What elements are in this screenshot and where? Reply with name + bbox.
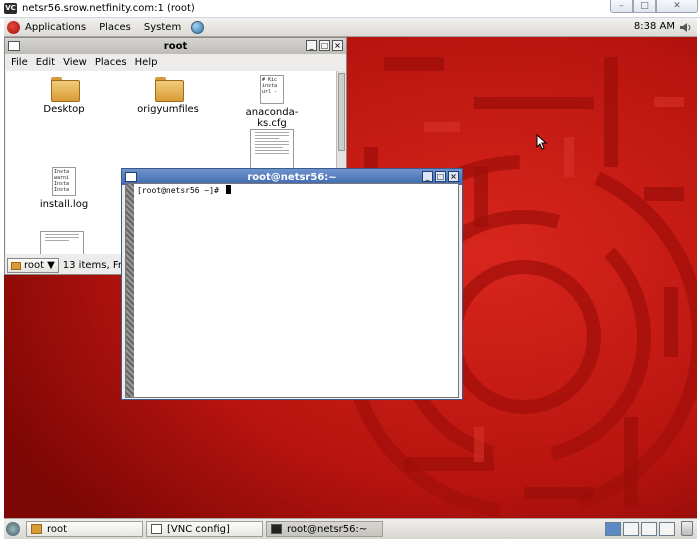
file-item-anaconda-ks[interactable]: # Kic insta url - anaconda-ks.cfg	[232, 75, 312, 129]
chevron-down-icon: ▼	[47, 260, 55, 271]
bottom-panel: root [VNC config] root@netsr56:~	[4, 518, 697, 539]
mouse-pointer-icon	[536, 134, 548, 150]
maximize-button[interactable]: □	[435, 171, 446, 182]
menu-help[interactable]: Help	[135, 57, 158, 68]
task-file-manager[interactable]: root	[26, 521, 143, 537]
terminal-screen[interactable]: [root@netsr56 ~]#	[125, 183, 459, 398]
folder-icon	[11, 261, 21, 270]
text-file-icon: Insta warni Insta Insta	[52, 167, 76, 196]
document-thumbnail-icon[interactable]	[40, 231, 84, 254]
terminal-icon	[271, 524, 282, 534]
workspace-4[interactable]	[659, 522, 675, 536]
workspace-2[interactable]	[623, 522, 639, 536]
file-manager-titlebar[interactable]: root _ □ ×	[5, 38, 346, 54]
file-item-label: Desktop	[43, 104, 85, 115]
task-vnc-config[interactable]: [VNC config]	[146, 521, 263, 537]
close-button[interactable]: ×	[448, 171, 459, 182]
menu-file[interactable]: File	[11, 57, 28, 68]
vnc-window-title: netsr56.srow.netfinity.com:1 (root)	[22, 3, 195, 14]
folder-icon	[31, 524, 42, 534]
menu-places[interactable]: Places	[95, 57, 127, 68]
maximize-button[interactable]: □	[633, 0, 656, 13]
file-item-origyumfiles[interactable]: origyumfiles	[128, 77, 208, 115]
panel-clock[interactable]: 8:38 AM	[634, 21, 675, 32]
file-manager-statusbar: root ▼ 13 items, Free	[7, 257, 134, 274]
applications-menu[interactable]: Applications	[25, 22, 86, 33]
scrollbar-thumb[interactable]	[338, 73, 345, 151]
location-button[interactable]: root ▼	[7, 258, 59, 273]
text-file-icon: # Kic insta url -	[260, 75, 284, 104]
show-desktop-icon[interactable]	[6, 522, 20, 536]
maximize-button[interactable]: □	[319, 40, 330, 51]
workspace-1[interactable]	[605, 522, 621, 536]
terminal-gutter	[126, 184, 134, 397]
task-label: [VNC config]	[167, 523, 230, 535]
file-item-label: install.log	[39, 199, 89, 210]
vnc-window-controls: – □ ✕	[610, 0, 698, 14]
trash-icon[interactable]	[681, 521, 693, 536]
menu-view[interactable]: View	[63, 57, 87, 68]
workspace-3[interactable]	[641, 522, 657, 536]
window-icon	[151, 524, 162, 534]
file-manager-window-buttons: _ □ ×	[306, 40, 343, 51]
task-label: root	[47, 523, 68, 535]
minimize-button[interactable]: _	[422, 171, 433, 182]
location-label: root	[24, 260, 45, 271]
web-browser-icon[interactable]	[191, 20, 205, 34]
folder-icon	[154, 77, 184, 102]
vnc-titlebar: VC netsr56.srow.netfinity.com:1 (root) –…	[0, 0, 700, 18]
close-button[interactable]: ×	[332, 40, 343, 51]
close-button[interactable]: ✕	[656, 0, 698, 13]
shell-prompt: [root@netsr56 ~]#	[137, 186, 224, 195]
file-item-label: origyumfiles	[137, 104, 199, 115]
folder-desktop-icon	[50, 77, 80, 102]
redhat-menu-icon[interactable]	[7, 20, 20, 34]
system-menu[interactable]: System	[144, 22, 181, 33]
terminal-output[interactable]: [root@netsr56 ~]#	[137, 185, 231, 195]
terminal-window-buttons: _ □ ×	[422, 171, 459, 182]
volume-icon[interactable]	[679, 21, 692, 34]
minimize-button[interactable]: _	[306, 40, 317, 51]
file-manager-menubar: File Edit View Places Help	[5, 54, 346, 71]
file-item-label: anaconda-ks.cfg	[245, 107, 299, 129]
terminal-title: root@netsr56:~	[247, 171, 337, 183]
task-label: root@netsr56:~	[287, 523, 368, 535]
places-menu[interactable]: Places	[99, 22, 131, 33]
minimize-button[interactable]: –	[610, 0, 633, 13]
terminal-window[interactable]: root@netsr56:~ _ □ × [root@netsr56 ~]#	[121, 168, 463, 400]
text-cursor	[225, 185, 231, 194]
remote-desktop[interactable]: Applications Places System 8:38 AM root …	[4, 18, 697, 539]
top-panel: Applications Places System 8:38 AM	[4, 18, 697, 37]
vnc-logo-icon: VC	[4, 3, 17, 14]
file-item-install-log[interactable]: Insta warni Insta Insta install.log	[24, 167, 104, 210]
file-manager-title: root	[163, 40, 188, 52]
file-item-desktop[interactable]: Desktop	[24, 77, 104, 115]
menu-edit[interactable]: Edit	[36, 57, 55, 68]
task-terminal[interactable]: root@netsr56:~	[266, 521, 383, 537]
